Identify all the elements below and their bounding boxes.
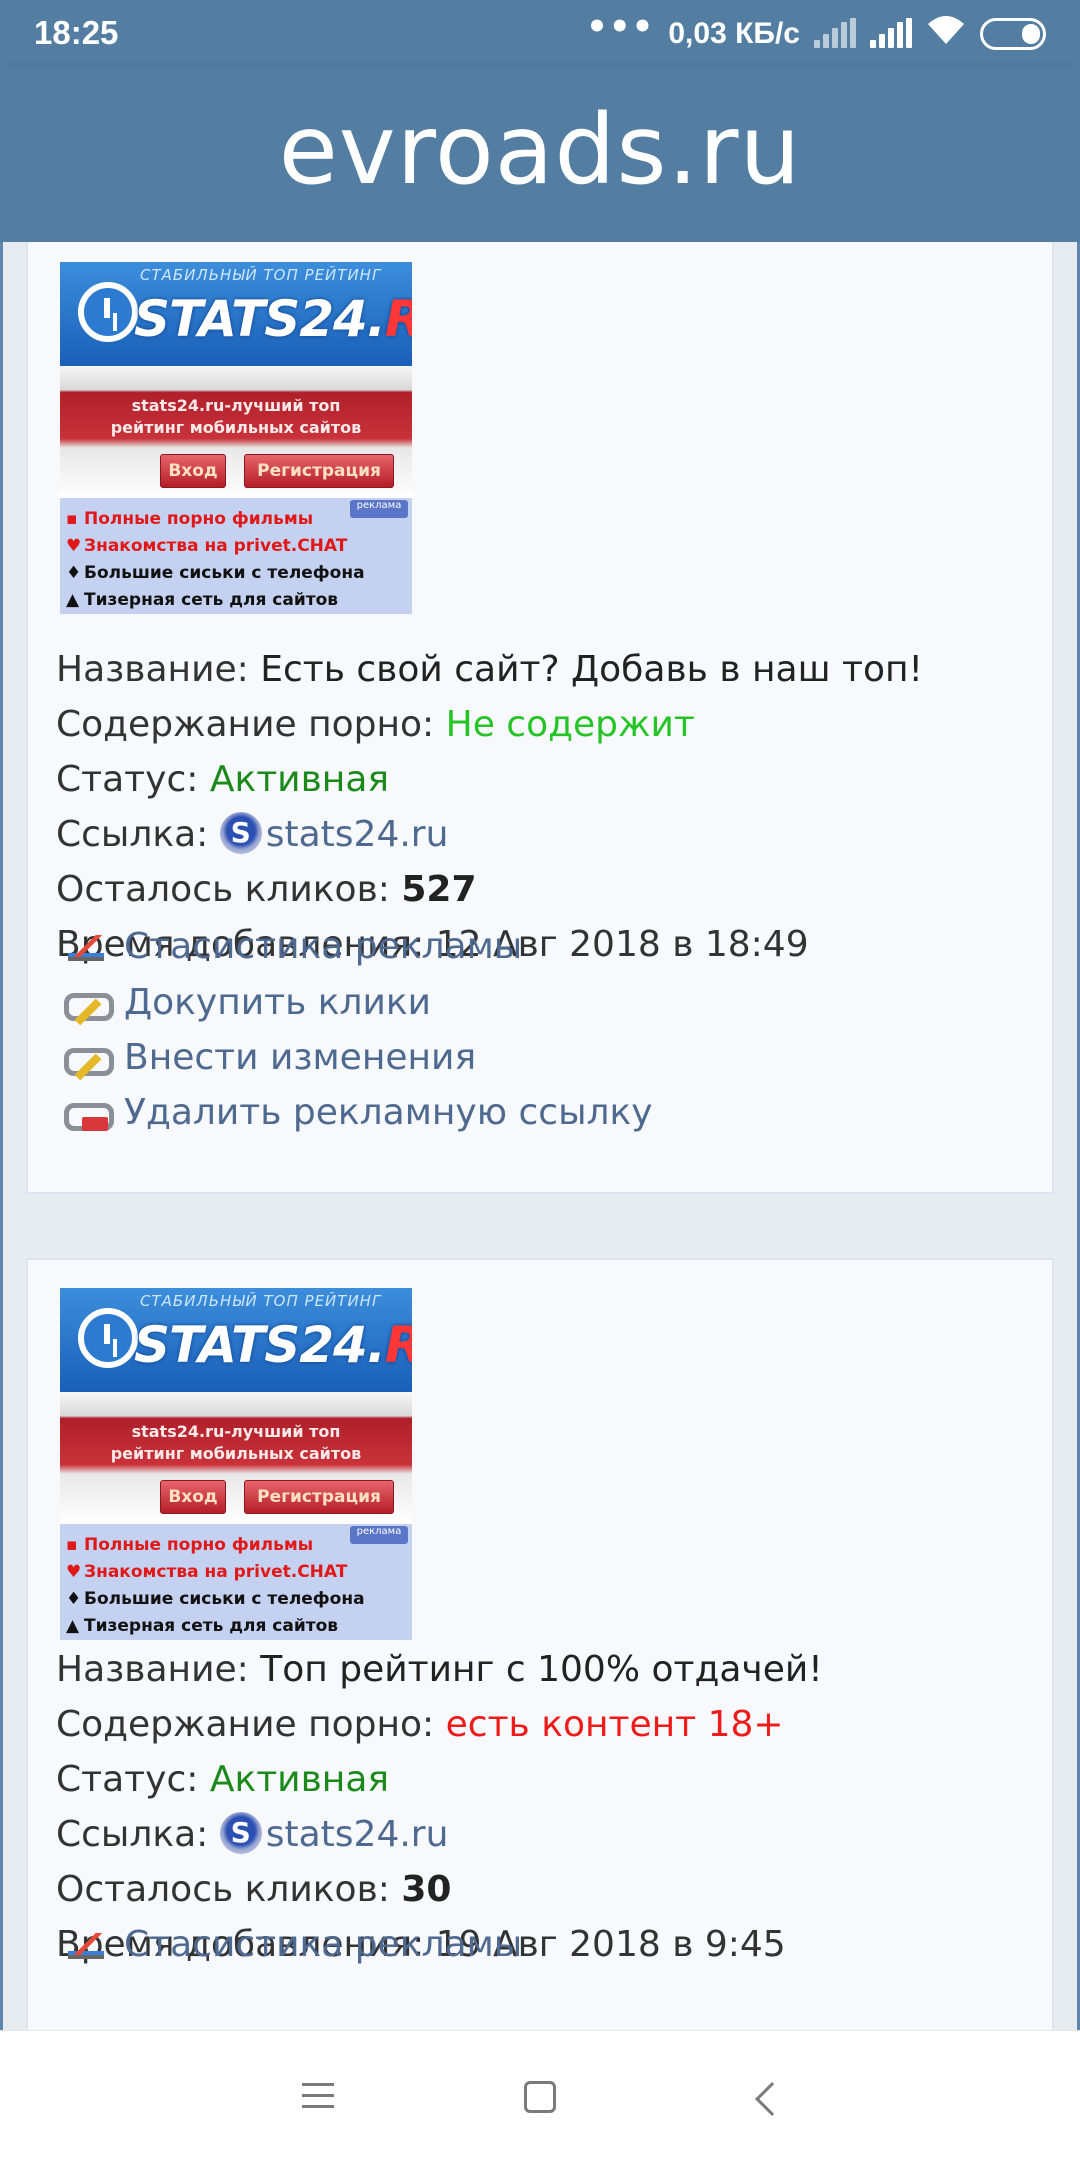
wifi-icon: [926, 14, 966, 55]
status-bar: 18:25 ••• 0,03 КБ/с: [0, 0, 1080, 66]
network-speed: 0,03 КБ/с: [668, 17, 800, 50]
chart-icon: [62, 927, 110, 967]
ad-status-row: Статус: Активная: [56, 1759, 390, 1800]
ad-porn-row: Содержание порно: есть контент 18+: [56, 1704, 784, 1745]
banner-text-line: stats24.ru-лучший топ: [131, 1422, 341, 1441]
banner-text-line: рейтинг мобильных сайтов: [110, 418, 362, 437]
more-notifications-icon: •••: [586, 7, 655, 47]
banner-register-button: Регистрация: [244, 1480, 394, 1514]
status-time: 18:25: [34, 14, 119, 51]
back-button[interactable]: [755, 2082, 789, 2116]
chart-icon: [62, 1925, 110, 1965]
banner-logo: STATS24.RU: [134, 1316, 412, 1374]
ad-info: Название: Есть свой сайт? Добавь в наш т…: [56, 642, 923, 972]
link-pencil-icon: [62, 983, 114, 1023]
banner-login-button: Вход: [160, 454, 226, 488]
banner-login-button: Вход: [160, 1480, 226, 1514]
ad-card: СТАБИЛЬНЫЙ ТОП РЕЙТИНГ STATS24.RU stats2…: [26, 1258, 1054, 2030]
signal-icon: [870, 18, 912, 50]
site-title[interactable]: evroads.ru: [279, 94, 802, 206]
clock-icon: [78, 1308, 138, 1368]
banner-row: ♦ Большие сиськи с телефона: [66, 1589, 365, 1609]
banner-tagline: СТАБИЛЬНЫЙ ТОП РЕЙТИНГ: [140, 266, 382, 284]
ad-porn-value: есть контент 18+: [445, 1704, 784, 1745]
battery-icon: [980, 18, 1046, 50]
system-nav-bar: [0, 2030, 1080, 2160]
banner-row: ♥ Знакомства на privet.CHAT: [66, 536, 348, 556]
banner-logo: STATS24.RU: [134, 290, 412, 348]
clock-icon: [78, 282, 138, 342]
status-indicators: ••• 0,03 КБ/с: [586, 7, 1046, 56]
ad-status-row: Статус: Активная: [56, 759, 390, 800]
ad-stats-link[interactable]: Стасистика рекламы: [62, 1924, 522, 1965]
ad-name: Есть свой сайт? Добавь в наш топ!: [260, 649, 923, 690]
ad-link-row: Ссылка: stats24.ru: [56, 1807, 823, 1862]
ad-clicks-value: 30: [401, 1869, 452, 1910]
ad-link[interactable]: stats24.ru: [266, 814, 449, 855]
buy-clicks-link[interactable]: Докупить клики: [62, 982, 431, 1023]
content-area[interactable]: СТАБИЛЬНЫЙ ТОП РЕЙТИНГ STATS24.RU stats2…: [0, 242, 1080, 2030]
ad-banner-image[interactable]: СТАБИЛЬНЫЙ ТОП РЕЙТИНГ STATS24.RU stats2…: [60, 262, 412, 614]
recent-apps-button[interactable]: [302, 2083, 334, 2109]
ad-status-value: Активная: [209, 759, 390, 800]
banner-row: ▲ Тизерная сеть для сайтов: [66, 590, 339, 610]
link-pencil-icon: [62, 1038, 114, 1078]
link-delete-icon: [62, 1093, 114, 1133]
ad-info: Название: Топ рейтинг с 100% отдачей! Со…: [56, 1642, 823, 1972]
site-favicon-icon: [219, 1812, 262, 1854]
banner-text-line: рейтинг мобильных сайтов: [110, 1444, 362, 1463]
ad-banner-image[interactable]: СТАБИЛЬНЫЙ ТОП РЕЙТИНГ STATS24.RU stats2…: [60, 1288, 412, 1640]
ad-clicks-value: 527: [401, 869, 477, 910]
ad-link[interactable]: stats24.ru: [266, 1814, 449, 1855]
site-header: evroads.ru: [0, 66, 1080, 242]
home-button[interactable]: [524, 2081, 556, 2113]
banner-text-line: stats24.ru-лучший топ: [131, 396, 341, 415]
banner-ad-label: реклама: [350, 1526, 408, 1544]
banner-row: ♥ Знакомства на privet.CHAT: [66, 1562, 348, 1582]
site-favicon-icon: [219, 812, 262, 854]
ad-name-row: Название: Есть свой сайт? Добавь в наш т…: [56, 649, 923, 690]
ad-stats-link[interactable]: Стасистика рекламы: [62, 926, 522, 967]
ad-status-value: Активная: [209, 1759, 390, 1800]
ad-porn-row: Содержание порно: Не содержит: [56, 704, 695, 745]
ad-name: Топ рейтинг с 100% отдачей!: [260, 1649, 823, 1690]
ad-name-row: Название: Топ рейтинг с 100% отдачей!: [56, 1649, 823, 1690]
banner-row: ♦ Большие сиськи с телефона: [66, 563, 365, 583]
edit-ad-link[interactable]: Внести изменения: [62, 1037, 476, 1078]
ad-clicks-row: Осталось кликов: 527: [56, 869, 477, 910]
delete-ad-link[interactable]: Удалить рекламную ссылку: [62, 1092, 653, 1133]
signal-icon: [814, 18, 856, 50]
ad-clicks-row: Осталось кликов: 30: [56, 1869, 452, 1910]
ad-porn-value: Не содержит: [445, 704, 695, 745]
banner-row: ▲ Тизерная сеть для сайтов: [66, 1616, 339, 1636]
ad-link-row: Ссылка: stats24.ru: [56, 807, 923, 862]
banner-register-button: Регистрация: [244, 454, 394, 488]
ad-card: СТАБИЛЬНЫЙ ТОП РЕЙТИНГ STATS24.RU stats2…: [26, 242, 1054, 1194]
banner-tagline: СТАБИЛЬНЫЙ ТОП РЕЙТИНГ: [140, 1292, 382, 1310]
banner-ad-label: реклама: [350, 500, 408, 518]
